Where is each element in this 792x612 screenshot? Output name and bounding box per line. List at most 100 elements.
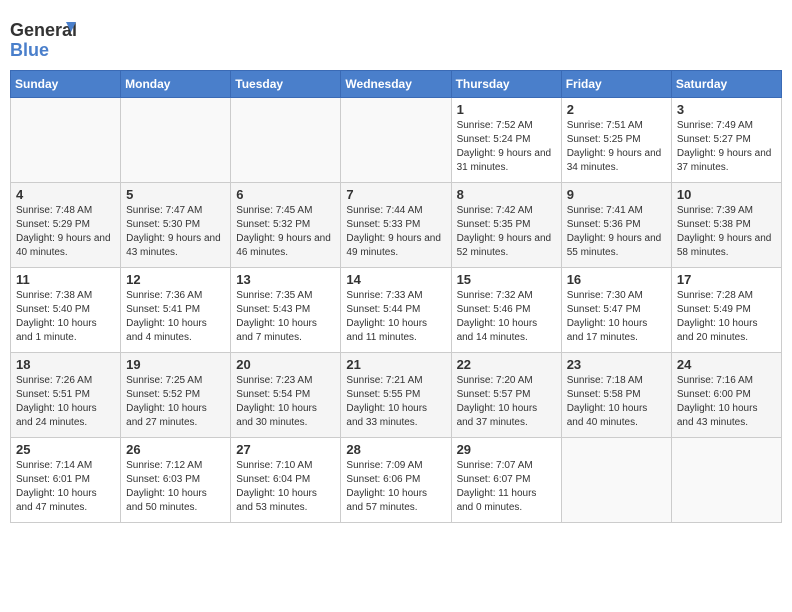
day-info: Sunrise: 7:47 AMSunset: 5:30 PMDaylight:… <box>126 204 225 260</box>
day-info: Sunrise: 7:36 AMSunset: 5:41 PMDaylight:… <box>126 289 225 345</box>
day-number: 21 <box>346 357 445 372</box>
day-number: 15 <box>457 272 556 287</box>
day-number: 17 <box>677 272 776 287</box>
calendar-cell: 16 Sunrise: 7:30 AMSunset: 5:47 PMDayligh… <box>561 268 671 353</box>
calendar-week-row: 1 Sunrise: 7:52 AMSunset: 5:24 PMDaylight… <box>11 98 782 183</box>
calendar-cell <box>121 98 231 183</box>
calendar-week-row: 11 Sunrise: 7:38 AMSunset: 5:40 PMDayligh… <box>11 268 782 353</box>
day-number: 27 <box>236 442 335 457</box>
day-header-wednesday: Wednesday <box>341 71 451 98</box>
day-header-tuesday: Tuesday <box>231 71 341 98</box>
calendar-cell <box>561 438 671 523</box>
day-info: Sunrise: 7:51 AMSunset: 5:25 PMDaylight:… <box>567 119 666 175</box>
day-info: Sunrise: 7:32 AMSunset: 5:46 PMDaylight:… <box>457 289 556 345</box>
calendar-cell: 3 Sunrise: 7:49 AMSunset: 5:27 PMDaylight… <box>671 98 781 183</box>
calendar-cell: 26 Sunrise: 7:12 AMSunset: 6:03 PMDayligh… <box>121 438 231 523</box>
calendar-cell: 9 Sunrise: 7:41 AMSunset: 5:36 PMDaylight… <box>561 183 671 268</box>
day-header-friday: Friday <box>561 71 671 98</box>
calendar-cell: 6 Sunrise: 7:45 AMSunset: 5:32 PMDaylight… <box>231 183 341 268</box>
day-number: 29 <box>457 442 556 457</box>
day-info: Sunrise: 7:41 AMSunset: 5:36 PMDaylight:… <box>567 204 666 260</box>
calendar-cell: 20 Sunrise: 7:23 AMSunset: 5:54 PMDayligh… <box>231 353 341 438</box>
calendar-cell: 22Sunrise: 7:20 AMSunset: 5:57 PMDayligh… <box>451 353 561 438</box>
calendar-cell: 10Sunrise: 7:39 AMSunset: 5:38 PMDayligh… <box>671 183 781 268</box>
day-number: 22 <box>457 357 556 372</box>
day-info: Sunrise: 7:49 AMSunset: 5:27 PMDaylight:… <box>677 119 776 175</box>
calendar-cell: 13 Sunrise: 7:35 AMSunset: 5:43 PMDayligh… <box>231 268 341 353</box>
day-number: 19 <box>126 357 225 372</box>
calendar-week-row: 18Sunrise: 7:26 AMSunset: 5:51 PMDayligh… <box>11 353 782 438</box>
calendar-cell: 18Sunrise: 7:26 AMSunset: 5:51 PMDayligh… <box>11 353 121 438</box>
page-header: GeneralBlue <box>10 10 782 62</box>
day-info: Sunrise: 7:09 AMSunset: 6:06 PMDaylight:… <box>346 459 445 515</box>
logo: GeneralBlue <box>10 18 80 62</box>
day-header-thursday: Thursday <box>451 71 561 98</box>
day-info: Sunrise: 7:16 AMSunset: 6:00 PMDaylight:… <box>677 374 776 430</box>
calendar-cell: 29 Sunrise: 7:07 AMSunset: 6:07 PMDayligh… <box>451 438 561 523</box>
day-number: 25 <box>16 442 115 457</box>
day-number: 20 <box>236 357 335 372</box>
day-info: Sunrise: 7:38 AMSunset: 5:40 PMDaylight:… <box>16 289 115 345</box>
day-info: Sunrise: 7:45 AMSunset: 5:32 PMDaylight:… <box>236 204 335 260</box>
calendar-cell: 23Sunrise: 7:18 AMSunset: 5:58 PMDayligh… <box>561 353 671 438</box>
day-number: 11 <box>16 272 115 287</box>
day-info: Sunrise: 7:14 AMSunset: 6:01 PMDaylight:… <box>16 459 115 515</box>
calendar-cell: 27 Sunrise: 7:10 AMSunset: 6:04 PMDayligh… <box>231 438 341 523</box>
day-header-monday: Monday <box>121 71 231 98</box>
day-number: 23 <box>567 357 666 372</box>
day-info: Sunrise: 7:23 AMSunset: 5:54 PMDaylight:… <box>236 374 335 430</box>
calendar-cell <box>671 438 781 523</box>
day-info: Sunrise: 7:44 AMSunset: 5:33 PMDaylight:… <box>346 204 445 260</box>
calendar-cell: 19 Sunrise: 7:25 AMSunset: 5:52 PMDayligh… <box>121 353 231 438</box>
calendar-cell: 7Sunrise: 7:44 AMSunset: 5:33 PMDaylight… <box>341 183 451 268</box>
calendar-cell: 2 Sunrise: 7:51 AMSunset: 5:25 PMDaylight… <box>561 98 671 183</box>
calendar-cell: 17 Sunrise: 7:28 AMSunset: 5:49 PMDayligh… <box>671 268 781 353</box>
calendar-week-row: 25 Sunrise: 7:14 AMSunset: 6:01 PMDayligh… <box>11 438 782 523</box>
day-number: 14 <box>346 272 445 287</box>
day-info: Sunrise: 7:33 AMSunset: 5:44 PMDaylight:… <box>346 289 445 345</box>
day-info: Sunrise: 7:07 AMSunset: 6:07 PMDaylight:… <box>457 459 556 515</box>
day-info: Sunrise: 7:26 AMSunset: 5:51 PMDaylight:… <box>16 374 115 430</box>
day-info: Sunrise: 7:12 AMSunset: 6:03 PMDaylight:… <box>126 459 225 515</box>
day-info: Sunrise: 7:48 AMSunset: 5:29 PMDaylight:… <box>16 204 115 260</box>
day-number: 6 <box>236 187 335 202</box>
day-number: 8 <box>457 187 556 202</box>
day-number: 4 <box>16 187 115 202</box>
day-info: Sunrise: 7:25 AMSunset: 5:52 PMDaylight:… <box>126 374 225 430</box>
calendar-cell: 14 Sunrise: 7:33 AMSunset: 5:44 PMDayligh… <box>341 268 451 353</box>
day-info: Sunrise: 7:35 AMSunset: 5:43 PMDaylight:… <box>236 289 335 345</box>
day-number: 16 <box>567 272 666 287</box>
calendar-cell: 8 Sunrise: 7:42 AMSunset: 5:35 PMDaylight… <box>451 183 561 268</box>
day-info: Sunrise: 7:42 AMSunset: 5:35 PMDaylight:… <box>457 204 556 260</box>
calendar-cell: 4 Sunrise: 7:48 AMSunset: 5:29 PMDaylight… <box>11 183 121 268</box>
calendar-cell: 12 Sunrise: 7:36 AMSunset: 5:41 PMDayligh… <box>121 268 231 353</box>
day-info: Sunrise: 7:30 AMSunset: 5:47 PMDaylight:… <box>567 289 666 345</box>
calendar-header-row: SundayMondayTuesdayWednesdayThursdayFrid… <box>11 71 782 98</box>
logo-svg: GeneralBlue <box>10 18 80 62</box>
day-number: 5 <box>126 187 225 202</box>
calendar-cell: 15 Sunrise: 7:32 AMSunset: 5:46 PMDayligh… <box>451 268 561 353</box>
day-number: 13 <box>236 272 335 287</box>
calendar-cell: 25 Sunrise: 7:14 AMSunset: 6:01 PMDayligh… <box>11 438 121 523</box>
calendar-cell: 28 Sunrise: 7:09 AMSunset: 6:06 PMDayligh… <box>341 438 451 523</box>
calendar-cell <box>11 98 121 183</box>
day-number: 24 <box>677 357 776 372</box>
day-number: 10 <box>677 187 776 202</box>
day-number: 3 <box>677 102 776 117</box>
day-header-saturday: Saturday <box>671 71 781 98</box>
calendar-cell: 11 Sunrise: 7:38 AMSunset: 5:40 PMDayligh… <box>11 268 121 353</box>
calendar-cell: 1 Sunrise: 7:52 AMSunset: 5:24 PMDaylight… <box>451 98 561 183</box>
calendar-cell: 5 Sunrise: 7:47 AMSunset: 5:30 PMDaylight… <box>121 183 231 268</box>
calendar-table: SundayMondayTuesdayWednesdayThursdayFrid… <box>10 70 782 523</box>
day-number: 1 <box>457 102 556 117</box>
day-number: 26 <box>126 442 225 457</box>
calendar-cell: 21Sunrise: 7:21 AMSunset: 5:55 PMDayligh… <box>341 353 451 438</box>
calendar-week-row: 4 Sunrise: 7:48 AMSunset: 5:29 PMDaylight… <box>11 183 782 268</box>
day-number: 12 <box>126 272 225 287</box>
day-info: Sunrise: 7:52 AMSunset: 5:24 PMDaylight:… <box>457 119 556 175</box>
day-info: Sunrise: 7:28 AMSunset: 5:49 PMDaylight:… <box>677 289 776 345</box>
day-number: 9 <box>567 187 666 202</box>
day-info: Sunrise: 7:10 AMSunset: 6:04 PMDaylight:… <box>236 459 335 515</box>
day-number: 28 <box>346 442 445 457</box>
day-number: 2 <box>567 102 666 117</box>
